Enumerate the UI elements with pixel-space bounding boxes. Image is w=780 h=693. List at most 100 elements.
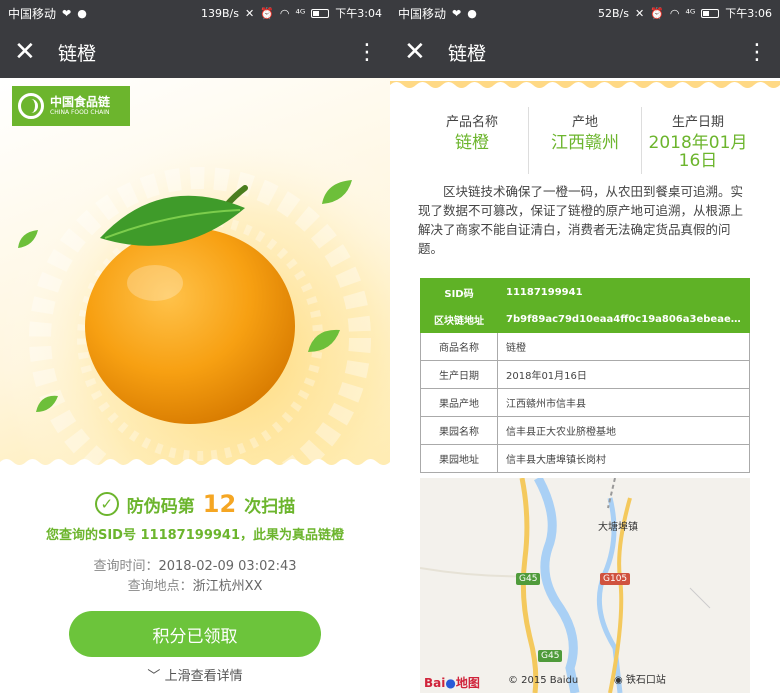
hero-banner: 中国食品链 CHINA FOOD CHAIN xyxy=(0,78,390,470)
road-sign-g105: G105 xyxy=(600,573,631,585)
orange-image xyxy=(85,185,295,424)
brand-name-cn: 中国食品链 xyxy=(50,95,111,109)
status-bar: 中国移动 ❤ ● 52B/s ✕ ⏰ ◠ ⁴ᴳ 下午3:06 xyxy=(390,0,780,26)
wavy-edge xyxy=(390,81,780,93)
wifi-icon: ◠ xyxy=(669,6,680,20)
wifi-icon: ◠ xyxy=(279,6,290,20)
station-label: ◉ 铁石口站 xyxy=(614,671,666,686)
row-key: 果品产地 xyxy=(420,388,498,417)
verification-result: ✓ 防伪码第 12 次扫描 您查询的SID号 11187199941，此果为真品… xyxy=(0,490,390,543)
station-icon: ◉ xyxy=(614,675,623,686)
product-detail-screen: 中国移动 ❤ ● 52B/s ✕ ⏰ ◠ ⁴ᴳ 下午3:06 ✕ 链橙 ⋮ 产品… xyxy=(390,0,780,693)
carrier-label: 中国移动 xyxy=(8,6,57,21)
more-options-icon[interactable]: ⋮ xyxy=(746,40,768,65)
orchard-map[interactable]: 大塘埠镇 G45 G105 G45 ◉ 铁石口站 Bai●地图 © 2015 B… xyxy=(420,478,750,693)
table-row: 商品名称 链橙 xyxy=(420,332,750,361)
scan-count-suffix: 次扫描 xyxy=(244,496,296,517)
mute-icon: ✕ xyxy=(244,6,255,20)
alarm-icon: ⏰ xyxy=(650,6,664,20)
sid-value: 11187199941 xyxy=(497,278,750,306)
chain-logo-icon xyxy=(18,93,44,119)
baidu-logo-text-2: 地图 xyxy=(455,676,480,690)
table-row: 生产日期 2018年01月16日 xyxy=(420,360,750,389)
origin-label: 产地 xyxy=(571,115,598,130)
origin-col: 产地 江西赣州 xyxy=(529,107,642,174)
table-row: 果品产地 江西赣州市信丰县 xyxy=(420,388,750,417)
table-row: 果园名称 信丰县正大农业脐橙基地 xyxy=(420,416,750,445)
page-title: 链橙 xyxy=(448,42,487,65)
chain-address-key: 区块链地址 xyxy=(420,305,498,333)
product-summary: 产品名称 链橙 产地 江西赣州 生产日期 2018年01月16日 xyxy=(416,107,754,174)
chevron-down-icon: ﹀ xyxy=(147,669,161,684)
signal-icon: ⁴ᴳ xyxy=(295,6,306,20)
product-name-label: 产品名称 xyxy=(445,115,498,130)
row-key: 商品名称 xyxy=(420,332,498,361)
road-sign-g45-south: G45 xyxy=(538,650,563,662)
origin-value: 江西赣州 xyxy=(551,133,619,153)
falling-leaf-icon xyxy=(322,180,352,204)
alarm-icon: ⏰ xyxy=(260,6,274,20)
wechat-icon: ● xyxy=(467,6,477,20)
row-value: 信丰县大唐埠镇长岗村 xyxy=(497,444,750,473)
traceability-table: SID码 11187199941 区块链地址 7b9f89ac79d10eaa4… xyxy=(420,278,750,473)
baidu-logo-text: Bai xyxy=(424,676,446,690)
signal-icon: ⁴ᴳ xyxy=(685,6,696,20)
product-name-col: 产品名称 链橙 xyxy=(416,107,529,174)
page-title: 链橙 xyxy=(58,42,97,65)
wechat-icon: ● xyxy=(77,6,87,20)
query-time-label: 查询时间： xyxy=(93,559,159,574)
map-canvas[interactable] xyxy=(420,478,750,693)
query-info: 查询时间：2018-02-09 03:02:43 查询地点：浙江杭州XX xyxy=(0,557,390,597)
query-time-value: 2018-02-09 03:02:43 xyxy=(158,559,297,574)
status-bar: 中国移动 ❤ ● 139B/s ✕ ⏰ ◠ ⁴ᴳ 下午3:04 xyxy=(0,0,390,26)
map-copyright: © 2015 Baidu xyxy=(508,675,579,686)
close-icon[interactable]: ✕ xyxy=(404,37,434,67)
china-food-chain-logo: 中国食品链 CHINA FOOD CHAIN xyxy=(12,86,130,126)
row-value: 信丰县正大农业脐橙基地 xyxy=(497,416,750,445)
falling-leaf-icon xyxy=(36,395,58,412)
battery-icon xyxy=(311,8,330,18)
slide-up-label: 上滑查看详情 xyxy=(164,669,243,684)
clock: 下午3:04 xyxy=(335,7,382,20)
row-value: 江西赣州市信丰县 xyxy=(497,388,750,417)
query-place-label: 查询地点： xyxy=(127,579,193,594)
more-options-icon[interactable]: ⋮ xyxy=(356,40,378,65)
title-bar: ✕ 链橙 ⋮ xyxy=(390,26,780,78)
table-row: SID码 11187199941 xyxy=(420,278,750,306)
slide-up-hint[interactable]: ﹀ 上滑查看详情 xyxy=(0,665,390,684)
town-label: 大塘埠镇 xyxy=(598,522,638,533)
heart-icon: ❤ xyxy=(62,6,72,20)
blockchain-description: 区块链技术确保了一橙一码，从农田到餐桌可追溯。实现了数据不可篡改，保证了链橙的原… xyxy=(418,184,744,256)
table-row: 果园地址 信丰县大唐埠镇长岗村 xyxy=(420,444,750,473)
falling-leaf-icon xyxy=(18,230,38,248)
station-name: 铁石口站 xyxy=(625,675,666,686)
row-key: 生产日期 xyxy=(420,360,498,389)
mute-icon: ✕ xyxy=(634,6,645,20)
network-speed: 139B/s xyxy=(201,6,239,20)
clock: 下午3:06 xyxy=(725,7,772,20)
sid-key: SID码 xyxy=(420,278,498,306)
points-claimed-button[interactable]: 积分已领取 xyxy=(69,611,321,657)
falling-leaf-icon xyxy=(308,329,340,352)
heart-icon: ❤ xyxy=(452,6,462,20)
scan-count: 12 xyxy=(202,490,237,518)
road-sign-g45: G45 xyxy=(516,573,541,585)
chain-address-value: 7b9f89ac79d10eaa4ff0c19a806a3ebeae5c59b1… xyxy=(497,305,750,333)
check-circle-icon: ✓ xyxy=(94,492,119,516)
network-speed: 52B/s xyxy=(598,6,629,20)
screens-container: 中国移动 ❤ ● 139B/s ✕ ⏰ ◠ ⁴ᴳ 下午3:04 ✕ 链橙 ⋮ 中… xyxy=(0,0,780,693)
row-value: 2018年01月16日 xyxy=(497,360,750,389)
close-icon[interactable]: ✕ xyxy=(14,37,44,67)
battery-icon xyxy=(701,8,720,18)
production-date-value: 2018年01月16日 xyxy=(648,133,748,171)
product-name-value: 链橙 xyxy=(455,133,489,153)
production-date-col: 生产日期 2018年01月16日 xyxy=(642,107,754,174)
baidu-paw-icon: ● xyxy=(445,676,456,690)
wavy-edge xyxy=(0,459,390,470)
query-place-value: 浙江杭州XX xyxy=(192,579,263,594)
baidu-logo: Bai●地图 xyxy=(424,674,480,691)
sid-genuine-message: 您查询的SID号 11187199941，此果为真品链橙 xyxy=(45,528,345,543)
brand-name-en: CHINA FOOD CHAIN xyxy=(50,109,110,116)
production-date-label: 生产日期 xyxy=(671,115,724,130)
row-key: 果园名称 xyxy=(420,416,498,445)
